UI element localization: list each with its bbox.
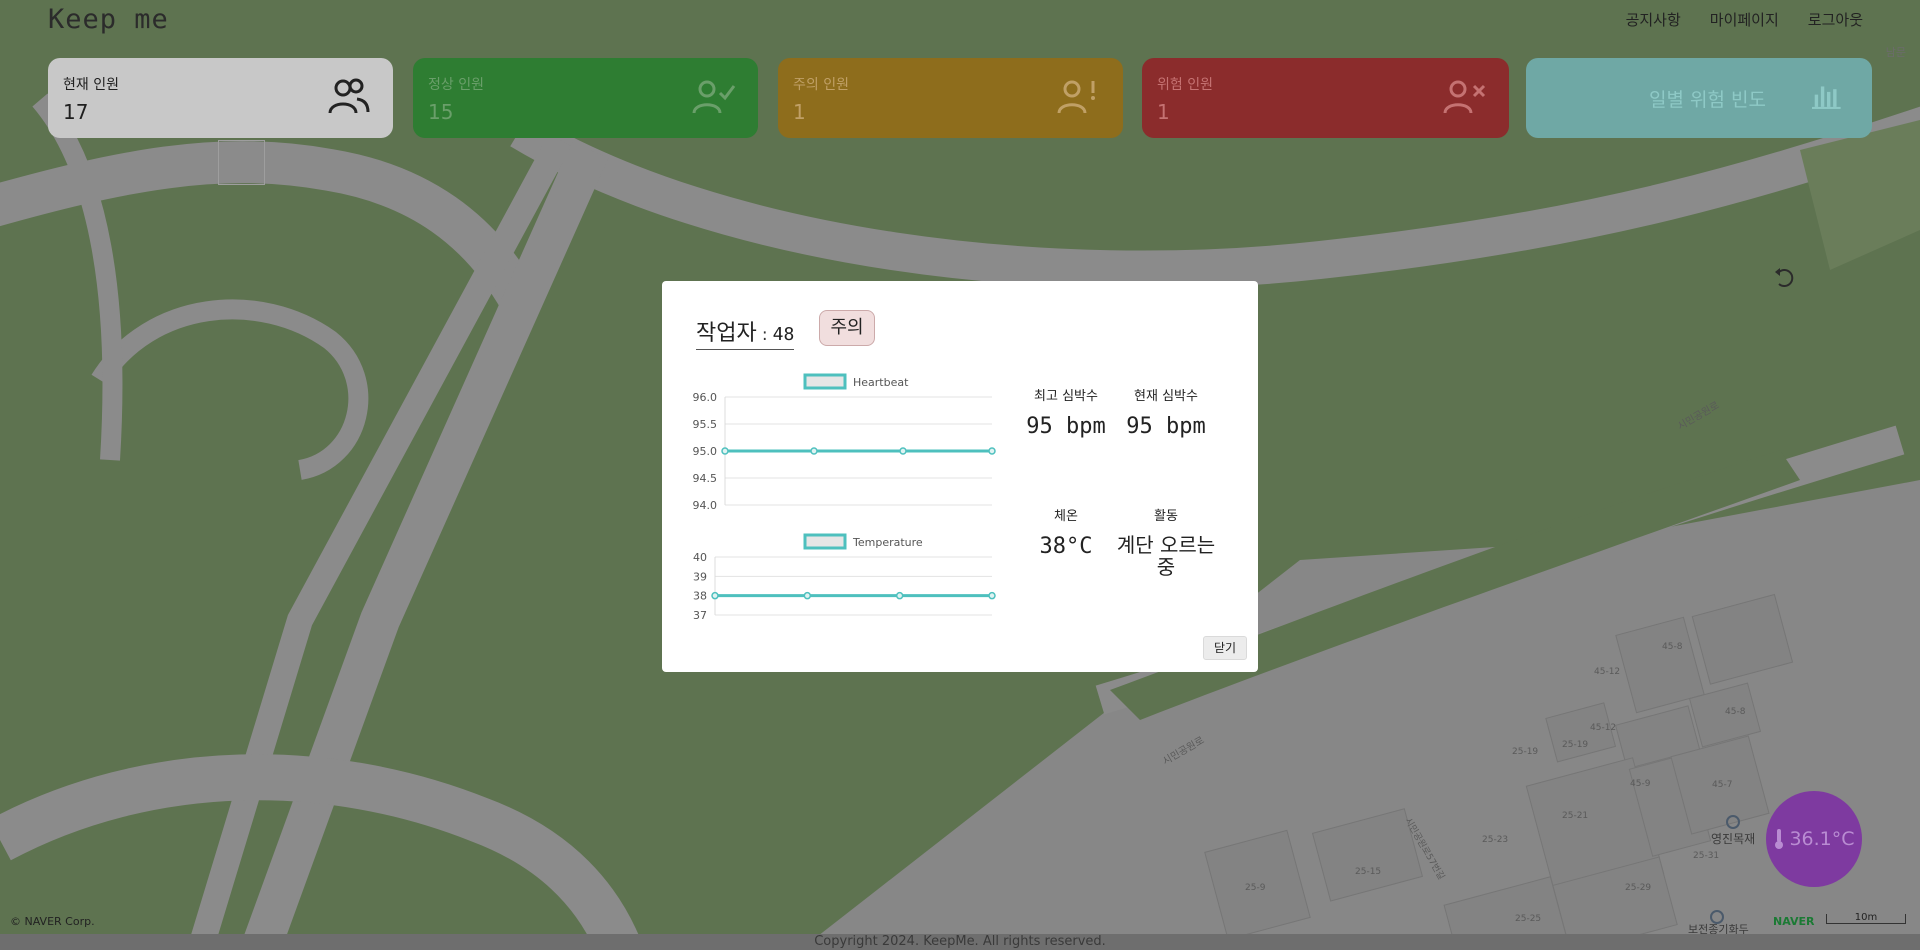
daily-risk-frequency-card[interactable]: 일별 위험 빈도 [1526, 58, 1872, 138]
normal-count-card[interactable]: 정상 인원 15 [413, 58, 758, 138]
worker-title-label: 작업자 [696, 321, 757, 346]
current-count-card[interactable]: 현재 인원 17 [48, 58, 393, 138]
chart-point [895, 591, 904, 600]
metric-label: 활동 [1154, 509, 1178, 524]
chart-point [711, 591, 719, 600]
map-building-label: 25-19 [1562, 740, 1588, 750]
map-building-label: 45-12 [1594, 667, 1620, 677]
top-navbar: Keep me 공지사항 마이페이지 로그아웃 [0, 0, 1920, 38]
nav-logout-link[interactable]: 로그아웃 [1808, 9, 1863, 30]
activity-metric: 활동 계단 오르는 중 [1107, 505, 1225, 578]
danger-count-card[interactable]: 위험 인원 1 [1142, 58, 1509, 138]
nav-notice-link[interactable]: 공지사항 [1626, 9, 1681, 30]
metric-value: 95 bpm [1126, 414, 1206, 439]
chart-tick-label: 94.5 [693, 472, 718, 485]
chart-tick-label: 96.0 [693, 391, 718, 404]
footer: Copyright 2024. KeepMe. All rights reser… [0, 934, 1920, 950]
chart-legend-swatch [803, 533, 847, 550]
map-building-label: 45-7 [1712, 780, 1732, 790]
map-building-label: 25-21 [1562, 811, 1588, 821]
chart-legend-label: Temperature [852, 536, 923, 549]
card-label: 일별 위험 빈도 [1649, 89, 1766, 111]
metric-value: 95 bpm [1026, 414, 1106, 439]
card-value: 17 [63, 100, 89, 124]
card-label: 현재 인원 [63, 77, 119, 93]
naver-logo[interactable]: NAVER [1773, 915, 1814, 928]
map-poi-label: 영진목재 [1711, 832, 1755, 846]
map-selection-box [218, 140, 265, 185]
status-badge: 주의 [819, 310, 875, 346]
map-building-label: 25-29 [1625, 883, 1651, 893]
worker-title: 작업자 : 48 [696, 315, 795, 350]
worker-title-separator: : [761, 325, 768, 345]
brand-logo[interactable]: Keep me [48, 4, 169, 35]
card-value: 1 [1157, 100, 1170, 124]
chart-point [988, 447, 996, 455]
current-heartrate-metric: 현재 심박수 95 bpm [1112, 385, 1220, 439]
map-building-label: 45-8 [1662, 642, 1683, 652]
caution-count-card[interactable]: 주의 인원 1 [778, 58, 1123, 138]
body-temperature-metric: 체온 38°C [1012, 505, 1120, 559]
user-x-icon [1443, 80, 1486, 114]
chart-tick-label: 39 [693, 570, 707, 583]
temperature-chart: Temperature 40 39 38 37 [693, 533, 996, 622]
max-heartrate-metric: 최고 심박수 95 bpm [1012, 385, 1120, 439]
map-building-label: 25-19 [1512, 747, 1538, 757]
card-label: 주의 인원 [793, 77, 849, 93]
chart-tick-label: 95.5 [693, 418, 718, 431]
card-label: 위험 인원 [1157, 77, 1213, 93]
chart-point [899, 447, 907, 455]
map-copyright: © NAVER Corp. [10, 915, 95, 928]
user-alert-icon [1057, 80, 1095, 114]
nav-menu: 공지사항 마이페이지 로그아웃 [1626, 9, 1863, 30]
chart-point [803, 591, 812, 600]
metric-value: 38°C [1039, 534, 1093, 559]
map-building-label: 45-9 [1630, 779, 1651, 789]
chart-legend-swatch [803, 373, 847, 390]
map-building-label: 45-8 [1725, 707, 1746, 717]
map-building-label: 25-25 [1515, 914, 1541, 924]
map-building-label: 25-9 [1245, 883, 1266, 893]
worker-id: 48 [772, 324, 795, 345]
map-building-label: 25-15 [1355, 867, 1381, 877]
refresh-icon[interactable] [1773, 266, 1797, 290]
thermometer-icon [1775, 829, 1784, 849]
close-button[interactable]: 닫기 [1203, 636, 1247, 660]
metric-value: 계단 오르는 중 [1116, 533, 1216, 579]
card-label: 정상 인원 [428, 77, 484, 93]
heartbeat-chart: Heartbeat 96.0 95.5 95.0 94.5 94.0 [693, 373, 996, 512]
bar-chart-icon [1812, 86, 1841, 109]
metric-label: 현재 심박수 [1134, 389, 1198, 404]
chart-point [721, 447, 729, 455]
map-scale-bar: 10m [1826, 912, 1906, 924]
nav-mypage-link[interactable]: 마이페이지 [1710, 9, 1779, 30]
temperature-value: 36.1°C [1789, 828, 1855, 850]
chart-tick-label: 37 [693, 609, 707, 622]
card-value: 1 [793, 100, 806, 124]
card-value: 15 [428, 100, 454, 124]
metric-label: 최고 심박수 [1034, 389, 1098, 404]
map-north-label: 남문 [1885, 46, 1906, 59]
chart-legend-label: Heartbeat [853, 376, 909, 389]
chart-point [810, 447, 818, 455]
worker-detail-modal: 작업자 : 48 주의 Heartbeat 96.0 95.5 95.0 94.5 94.… [662, 281, 1258, 672]
user-check-icon [692, 80, 736, 114]
temperature-bubble[interactable]: 36.1°C [1766, 791, 1862, 887]
chart-tick-label: 38 [693, 590, 707, 603]
users-icon [328, 78, 370, 114]
map-building-label: 25-23 [1482, 835, 1508, 845]
chart-tick-label: 40 [693, 551, 707, 564]
map-scale-label: 10m [1854, 912, 1878, 923]
metric-label: 체온 [1054, 509, 1078, 524]
chart-tick-label: 94.0 [693, 499, 718, 512]
chart-tick-label: 95.0 [693, 445, 718, 458]
map-building-label: 45-12 [1590, 723, 1616, 733]
map-building-label: 25-31 [1693, 851, 1719, 861]
chart-point [988, 591, 996, 600]
